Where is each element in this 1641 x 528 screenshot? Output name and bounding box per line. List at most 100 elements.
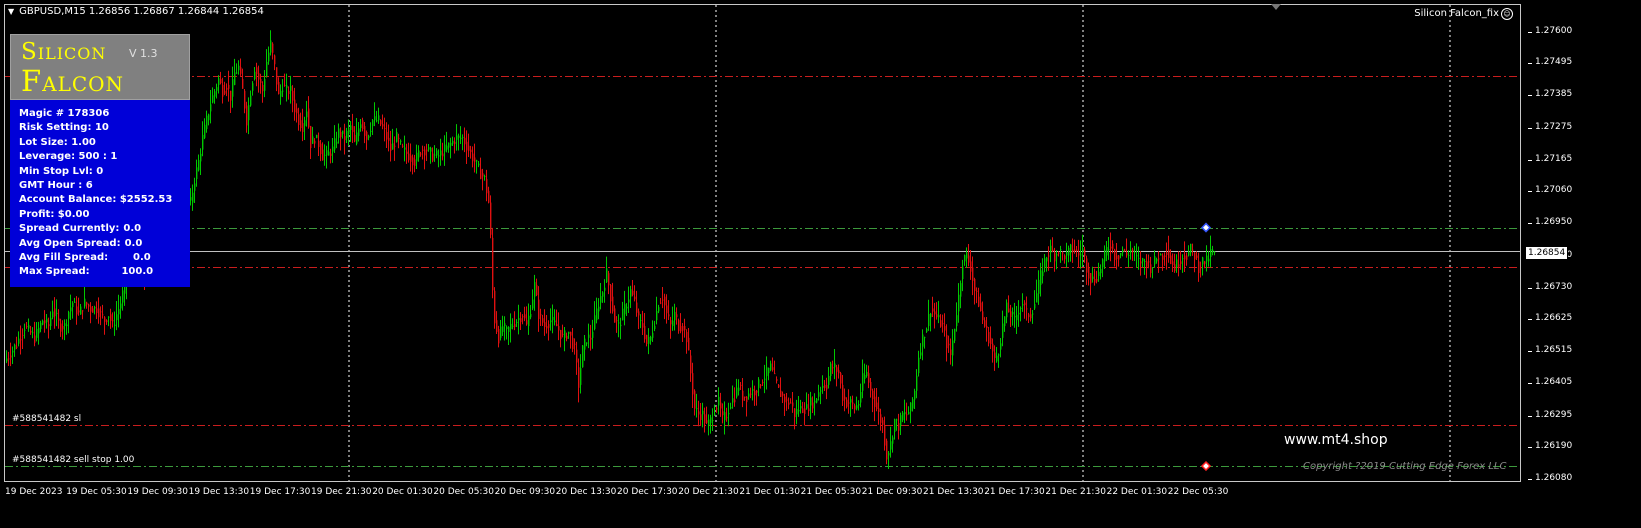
bear-candle [558,312,560,341]
ea-name-label: Silicon Falcon_fix [1414,8,1499,19]
price-tick-label: 1.26950 [1527,217,1573,228]
bear-candle [8,351,10,366]
bull-candle [484,174,486,181]
bull-candle [862,359,864,399]
bull-candle [1136,243,1138,268]
bull-candle [550,308,552,331]
time-tick-label: 19 Dec 21:30 [311,487,372,497]
bear-candle [298,107,300,131]
price-tick-label: 1.26515 [1527,345,1573,356]
bull-candle [356,117,358,146]
bear-candle [102,304,104,319]
bear-candle [220,71,222,85]
bull-candle [338,123,340,144]
bull-candle [1012,307,1014,326]
info-label: Avg Fill Spread: [19,251,109,263]
bear-candle [638,308,640,330]
bear-candle [34,321,36,347]
bull-candle [212,87,214,104]
time-tick-label: 21 Dec 09:30 [861,487,923,497]
bull-candle [304,116,306,141]
bull-candle [214,88,216,104]
info-label: Risk Setting: 10 [19,122,109,134]
triangle-down-icon[interactable]: ▼ [8,7,14,16]
chart-shift-marker[interactable] [1271,4,1281,10]
order-sell-stop-label[interactable]: #588541482 sell stop 1.00 [12,455,134,465]
bull-candle [64,319,66,341]
bull-candle [204,118,206,140]
bull-candle [52,300,54,320]
time-tick-label: 20 Dec 05:30 [433,487,494,497]
bear-candle [54,297,56,329]
bull-candle [194,177,196,203]
bear-candle [354,126,356,143]
bull-candle [1208,250,1210,267]
bull-candle [24,323,26,339]
info-row-risk: Risk Setting: 10 [19,121,190,135]
bull-candle [1006,299,1008,324]
bull-candle [94,305,96,315]
bear-candle [886,438,888,465]
bull-candle [72,301,74,319]
bear-candle [1086,255,1088,285]
bear-candle [410,143,412,172]
bull-candle [46,313,48,329]
bull-candle [1152,266,1154,279]
bull-candle [236,63,238,75]
bear-candle [1028,312,1030,324]
expert-advisor-name[interactable]: Silicon Falcon_fix ☺ [1414,8,1513,20]
bull-candle [552,304,554,334]
bull-candle [40,320,42,333]
price-tick-label: 1.27495 [1527,56,1573,67]
info-label: Max Spread: [19,266,90,278]
price-chart[interactable] [0,0,1641,528]
bear-candle [520,312,522,331]
time-tick-label: 21 Dec 01:30 [739,487,800,497]
bear-candle [946,324,948,362]
bull-candle [264,69,266,98]
bear-candle [296,103,298,123]
bull-candle [418,145,420,162]
time-tick-label: 19 Dec 05:30 [66,487,127,497]
bear-candle [278,77,280,95]
bear-candle [852,395,854,410]
bull-candle [904,399,906,424]
bull-candle [198,154,200,172]
bull-candle [910,402,912,424]
bear-candle [1110,232,1112,262]
bull-candle [36,321,38,342]
bear-candle [494,287,496,329]
bear-candle [1088,262,1090,286]
bear-candle [310,125,312,160]
bull-candle [504,316,506,341]
order-sl-label[interactable]: #588541482 sl [12,414,81,424]
bull-candle [462,134,464,151]
price-axis[interactable]: 1.27600 1.27495 1.27385 1.27275 1.27165 1.270… [1521,4,1641,483]
bull-candle [374,102,376,127]
bull-candle [1202,256,1204,276]
bull-candle [1014,302,1016,328]
bull-candle [1036,279,1038,303]
bear-candle [76,296,78,325]
bull-candle [922,329,924,361]
smile-icon[interactable]: ☺ [1501,8,1513,20]
bull-candle [624,290,626,326]
bull-candle [312,126,314,144]
bull-candle [1070,243,1072,262]
bull-candle [1080,240,1082,269]
time-axis[interactable]: 19 Dec 2023 19 Dec 05:30 19 Dec 09:30 19 De… [4,484,1521,504]
bear-candle [574,338,576,355]
bull-candle [190,188,192,206]
bull-candle [1004,316,1006,332]
bear-candle [486,169,488,202]
bear-candle [44,310,46,333]
bear-candle [468,133,470,157]
bull-candle [1104,245,1106,269]
bull-candle [114,311,116,336]
bear-candle [112,312,114,328]
bear-candle [1162,253,1164,271]
bear-candle [386,122,388,149]
bear-candle [302,108,304,142]
bull-candle [1144,258,1146,275]
bear-candle [572,328,574,353]
